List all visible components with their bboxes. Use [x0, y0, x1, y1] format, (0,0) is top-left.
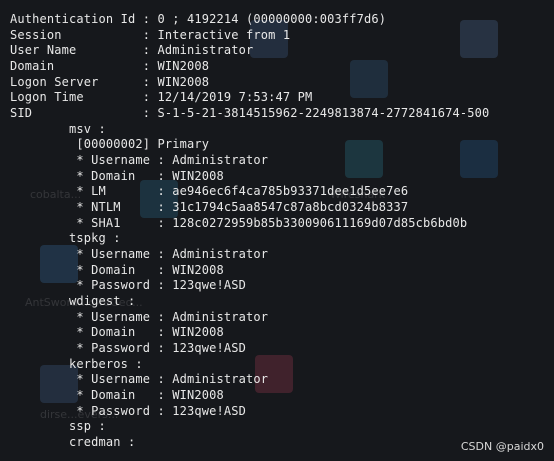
wdigest-domain: * Domain : WIN2008	[10, 325, 224, 339]
msv-domain: * Domain : WIN2008	[10, 169, 224, 183]
wdigest-username: * Username : Administrator	[10, 310, 269, 324]
logon-time-line: Logon Time : 12/14/2019 7:53:47 PM	[10, 90, 313, 104]
msv-lm: * LM : ae946ec6f4ca785b93371dee1d5ee7e6	[10, 184, 409, 198]
msv-sha1: * SHA1 : 128c0272959b85b330090611169d07d…	[10, 216, 468, 230]
msv-primary: [00000002] Primary	[10, 137, 210, 151]
session-line: Session : Interactive from 1	[10, 28, 291, 42]
domain-line: Domain : WIN2008	[10, 59, 210, 73]
tspkg-password: * Password : 123qwe!ASD	[10, 278, 246, 292]
wdigest-header: wdigest :	[10, 294, 136, 308]
wdigest-password: * Password : 123qwe!ASD	[10, 341, 246, 355]
kerberos-domain: * Domain : WIN2008	[10, 388, 224, 402]
msv-username: * Username : Administrator	[10, 153, 269, 167]
msv-ntlm: * NTLM : 31c1794c5aa8547c87a8bcd0324b833…	[10, 200, 409, 214]
sid-line: SID : S-1-5-21-3814515962-2249813874-277…	[10, 106, 490, 120]
auth-id-line: Authentication Id : 0 ; 4192214 (0000000…	[10, 12, 387, 26]
tspkg-domain: * Domain : WIN2008	[10, 263, 224, 277]
logon-server-line: Logon Server : WIN2008	[10, 75, 210, 89]
kerberos-username: * Username : Administrator	[10, 372, 269, 386]
kerberos-password: * Password : 123qwe!ASD	[10, 404, 246, 418]
terminal-output: Authentication Id : 0 ; 4192214 (0000000…	[0, 0, 554, 461]
ssp-header: ssp :	[10, 419, 106, 433]
credman-header: credman :	[10, 435, 136, 449]
username-line: User Name : Administrator	[10, 43, 254, 57]
tspkg-username: * Username : Administrator	[10, 247, 269, 261]
kerberos-header: kerberos :	[10, 357, 143, 371]
msv-header: msv :	[10, 122, 106, 136]
watermark: CSDN @paidx0	[460, 440, 544, 453]
tspkg-header: tspkg :	[10, 231, 121, 245]
